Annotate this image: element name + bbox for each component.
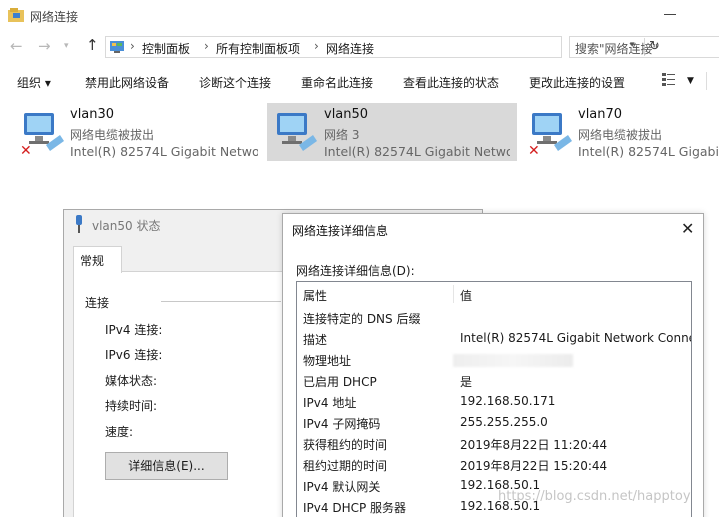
media-state-label: 媒体状态: [105,374,158,388]
view-dropdown-icon[interactable]: ▼ [687,76,694,86]
list-item[interactable]: 获得租约的时间 2019年8月22日 11:20:44 [297,436,691,457]
command-bar: 组织 ▾ 禁用此网络设备 诊断这个连接 重命名此连接 查看此连接的状态 更改此连… [0,65,719,97]
list-item[interactable]: 描述 Intel(R) 82574L Gigabit Network Conne… [297,331,692,352]
details-dialog: 网络连接详细信息 ✕ 网络连接详细信息(D): 属性 值 连接特定的 DNS 后… [282,213,704,517]
adapter-name: vlan50 [324,107,369,122]
address-bar[interactable]: › 控制面板 › 所有控制面板项 › 网络连接 ▾ ↻ [105,36,660,58]
recent-dropdown-icon[interactable]: ▾ [64,41,69,51]
view-status-button[interactable]: 查看此连接的状态 [403,74,499,91]
property-value: 2019年8月22日 15:20:44 [460,459,608,473]
rename-button[interactable]: 重命名此连接 [301,74,373,91]
diagnose-button[interactable]: 诊断这个连接 [199,74,271,91]
title-bar: 网络连接 [0,0,719,32]
network-folder-icon [8,8,24,22]
chevron-right-icon: › [130,39,135,53]
adapter-name: vlan30 [70,107,115,122]
speed-label: 速度: [105,425,134,439]
property-value: 是 [460,375,473,389]
group-connection-label: 连接 [85,296,110,310]
ipv4-connectivity-label: IPv4 连接: [105,323,163,337]
adapter-tile-vlan30[interactable]: ✕ vlan30 网络电缆被拔出 Intel(R) 82574L Gigabit… [14,103,260,161]
duration-label: 持续时间: [105,399,158,413]
breadcrumb-control-panel[interactable]: 控制面板 [142,40,190,57]
adapter-status: 网络 3 [324,128,360,142]
change-settings-button[interactable]: 更改此连接的设置 [529,74,625,91]
property-name: 描述 [303,333,328,347]
chevron-right-icon: › [204,39,209,53]
property-value: Intel(R) 82574L Gigabit Network Connec [460,331,692,345]
control-panel-icon [110,41,124,53]
property-value: 255.255.255.0 [460,415,548,429]
network-adapter-icon: ✕ [20,113,64,155]
close-icon[interactable]: ✕ [681,219,694,238]
svg-text:✕: ✕ [20,143,32,155]
property-name: 物理地址 [303,354,352,368]
breadcrumb-network-connections[interactable]: 网络连接 [326,40,374,57]
redacted-value [453,354,573,367]
network-status-icon [76,215,82,233]
network-adapter-icon [277,113,317,151]
search-input[interactable]: 搜索"网络连接" [569,36,719,58]
details-list[interactable]: 属性 值 连接特定的 DNS 后缀 描述 Intel(R) 82574L Gig… [296,281,692,517]
dialog-title: vlan50 状态 [92,219,161,233]
chevron-right-icon: › [314,39,319,53]
property-name: IPv4 DHCP 服务器 [303,501,407,515]
adapter-status: 网络电缆被拔出 [70,128,155,142]
property-name: IPv4 子网掩码 [303,417,381,431]
list-item[interactable]: 租约过期的时间 2019年8月22日 15:20:44 [297,457,691,478]
group-divider [161,301,281,302]
tab-general[interactable]: 常规 [73,246,122,273]
property-name: IPv4 地址 [303,396,357,410]
property-value: 2019年8月22日 11:20:44 [460,438,608,452]
property-name: 已启用 DHCP [303,375,377,389]
list-item[interactable]: IPv4 子网掩码 255.255.255.0 [297,415,691,436]
list-item[interactable]: 连接特定的 DNS 后缀 [297,310,691,331]
network-adapter-icon: ✕ [528,113,572,155]
column-header-value[interactable]: 值 [460,287,472,304]
dialog-title: 网络连接详细信息 [292,224,389,238]
property-value: 192.168.50.171 [460,394,556,408]
forward-arrow-icon[interactable]: → [38,37,51,55]
svg-text:✕: ✕ [528,143,540,155]
property-name: 获得租约的时间 [303,438,388,452]
breadcrumb-all-items[interactable]: 所有控制面板项 [216,40,300,57]
list-item[interactable]: 物理地址 [297,352,691,373]
adapter-status: 网络电缆被拔出 [578,128,663,142]
adapter-tile-vlan70[interactable]: ✕ vlan70 网络电缆被拔出 Intel(R) 82574L Gigabit… [522,103,719,161]
organize-button[interactable]: 组织 ▾ [17,74,51,91]
list-item[interactable]: 已启用 DHCP 是 [297,373,691,394]
property-name: 租约过期的时间 [303,459,388,473]
up-arrow-icon[interactable]: ↑ [86,36,99,54]
disable-device-button[interactable]: 禁用此网络设备 [85,74,169,91]
column-divider [453,285,454,303]
list-item[interactable]: IPv4 地址 192.168.50.171 [297,394,691,415]
property-name: 连接特定的 DNS 后缀 [303,312,421,326]
adapter-device: Intel(R) 82574L Gigabit Netwo... [70,144,258,159]
adapter-device: Intel(R) 82574L Gigabit Netwo... [324,144,510,159]
adapter-name: vlan70 [578,107,623,122]
details-button[interactable]: 详细信息(E)... [105,452,228,480]
details-caption: 网络连接详细信息(D): [296,264,415,278]
property-name: IPv4 默认网关 [303,480,381,494]
view-options-icon[interactable] [662,72,676,86]
watermark: https://blog.csdn.net/happtoy [498,489,691,504]
column-header-property[interactable]: 属性 [303,287,327,304]
back-arrow-icon[interactable]: ← [10,37,23,55]
minimize-button[interactable] [664,14,676,15]
window-title: 网络连接 [30,10,79,24]
adapter-tile-vlan50[interactable]: vlan50 网络 3 Intel(R) 82574L Gigabit Netw… [267,103,517,161]
adapter-device: Intel(R) 82574L Gigabit N [578,144,719,159]
toolbar-divider [706,72,707,90]
address-row: ← → ▾ ↑ › 控制面板 › 所有控制面板项 › 网络连接 ▾ ↻ 搜索"网… [0,32,719,62]
ipv6-connectivity-label: IPv6 连接: [105,348,163,362]
